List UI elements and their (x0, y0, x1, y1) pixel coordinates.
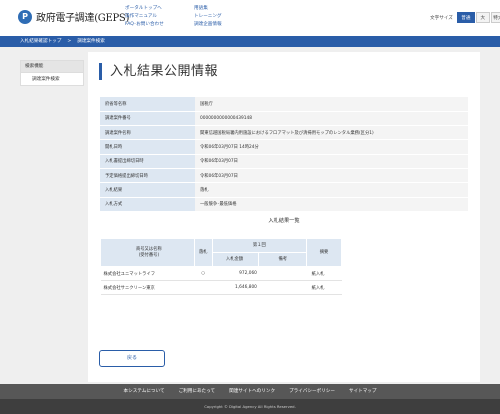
info-label: 入札方式 (100, 197, 195, 212)
col-header-remarks: 摘要 (306, 238, 342, 267)
bidder-name: 株式会社サニクリーン東京 (100, 280, 195, 295)
font-size-large-button[interactable]: 大 (475, 12, 490, 23)
info-label: 調達案件名称 (100, 125, 195, 141)
col-header-name-text: 商号又は名称 (受付番号) (135, 246, 162, 258)
training-link[interactable]: トレーニング (194, 14, 222, 19)
info-value: 落札 (195, 182, 468, 198)
bidder-name: 株式会社ユニマットライフ (100, 266, 195, 281)
font-size-normal-button[interactable]: 普通 (456, 12, 475, 23)
table-header-row: 商号又は名称 (受付番号) 落札 第１回 摘要 (100, 238, 342, 267)
table-row: 入札書提出締切日時 令和06年03月07日 (100, 154, 468, 169)
bid-note (258, 280, 307, 295)
font-size-xlarge-button[interactable]: 特大 (490, 12, 500, 23)
info-value: 令和06年03月07日 (195, 168, 468, 184)
info-value: 一般競争･最低価格 (195, 197, 468, 212)
info-label: 府省等名称 (100, 97, 195, 112)
footer-links: 本システムについて ご利用にあたって 関連サイトへのリンク プライバシーポリシー サイト… (0, 384, 500, 399)
col-header-amount: 入札金額 (211, 252, 260, 267)
footer-link-usage[interactable]: ご利用にあたって (179, 389, 216, 394)
geps-logo-icon: P (18, 9, 32, 24)
footer-link-privacy[interactable]: プライバシーポリシー (289, 389, 335, 394)
page-title: 入札結果公開情報 (99, 63, 218, 80)
breadcrumb-item-search[interactable]: 調達案件検索 (77, 39, 105, 44)
info-label: 入札書提出締切日時 (100, 154, 195, 169)
footer-link-related[interactable]: 関連サイトへのリンク (229, 389, 275, 394)
sidebar: 検索機能 調達案件検索 (20, 60, 84, 86)
info-value: 令和06年03月07日 (195, 154, 468, 169)
case-info-table: 府省等名称 国税庁 調達案件番号 0000000000000439148 調達案件名… (100, 97, 468, 212)
breadcrumb: 入札結果確認トップ > 調達案件検索 (0, 36, 500, 47)
sidebar-header: 検索機能 (21, 61, 83, 72)
table-row: 予定価格提出締切日時 令和06年03月07日 (100, 168, 468, 184)
col-header-award: 落札 (193, 238, 213, 267)
copyright: Copyright © Digital Agency All Rights Re… (0, 399, 500, 414)
table-row: 入札結果 落札 (100, 182, 468, 198)
font-size-label: 文字サイズ (430, 15, 453, 21)
table-row: 開札日時 令和06年03月07日 14時24分 (100, 139, 468, 155)
footer-link-sitemap[interactable]: サイトマップ (349, 389, 377, 394)
info-label: 入札結果 (100, 182, 195, 198)
table-row: 株式会社ユニマットライフ ○ 972,060 紙入札 (100, 266, 342, 281)
table-row: 株式会社サニクリーン東京 1,646,800 紙入札 (100, 280, 342, 295)
table-row: 府省等名称 国税庁 (100, 97, 468, 112)
back-button[interactable]: 戻る (99, 350, 165, 367)
info-label: 開札日時 (100, 139, 195, 155)
breadcrumb-separator-icon: > (67, 39, 72, 44)
bid-remarks: 紙入札 (306, 280, 342, 295)
col-header-note: 備考 (258, 252, 308, 267)
glossary-link[interactable]: 用語集 (194, 6, 208, 11)
bid-remarks: 紙入札 (306, 266, 342, 281)
portal-top-link[interactable]: ポータルトップへ (125, 6, 162, 11)
faq-link[interactable]: FAQ･お問い合わせ (125, 22, 164, 27)
award-mark: ○ (194, 266, 213, 281)
site-header: P 政府電子調達(GEPS) ポータルトップへ 操作マニュアル FAQ･お問い合… (0, 0, 500, 36)
sidebar-item-case-search[interactable]: 調達案件検索 (21, 72, 83, 85)
info-label: 調達案件番号 (100, 111, 195, 127)
header-links-secondary: 用語集 トレーニング 調達企画情報 (194, 5, 222, 29)
info-value: 0000000000000439148 (195, 111, 468, 127)
main-content: 入札結果公開情報 府省等名称 国税庁 調達案件番号 0000000000000439… (88, 52, 480, 382)
bid-note (258, 266, 307, 281)
info-value: 令和06年03月07日 14時24分 (195, 139, 468, 155)
info-value: 関東信越国税局署内用施設におけるフロアマット及び清掃用モップのレンタル業務(区分… (195, 125, 468, 141)
site-logo[interactable]: P 政府電子調達(GEPS) (18, 9, 129, 24)
manual-link[interactable]: 操作マニュアル (125, 14, 157, 19)
footer-link-about[interactable]: 本システムについて (124, 389, 165, 394)
info-value: 国税庁 (195, 97, 468, 112)
breadcrumb-item-top[interactable]: 入札結果確認トップ (20, 39, 61, 44)
bid-results-table: 商号又は名称 (受付番号) 落札 第１回 摘要 入札金額 備考 株式会社ユニマッ… (100, 238, 342, 295)
award-mark (194, 280, 213, 295)
font-size-switcher: 文字サイズ 普通 大 特大 (430, 12, 500, 23)
procurement-plan-link[interactable]: 調達企画情報 (194, 22, 222, 27)
header-links-primary: ポータルトップへ 操作マニュアル FAQ･お問い合わせ (125, 5, 164, 29)
bid-amount: 972,060 (212, 266, 259, 281)
info-label: 予定価格提出締切日時 (100, 168, 195, 184)
table-row: 調達案件番号 0000000000000439148 (100, 111, 468, 127)
bid-amount: 1,646,800 (212, 280, 259, 295)
col-header-name: 商号又は名称 (受付番号) (100, 238, 195, 267)
table-row: 入札方式 一般競争･最低価格 (100, 197, 468, 212)
table-row: 調達案件名称 関東信越国税局署内用施設におけるフロアマット及び清掃用モップのレンタ… (100, 125, 468, 141)
site-title: 政府電子調達(GEPS) (36, 13, 130, 24)
col-header-round: 第１回 (211, 238, 308, 253)
results-section-title: 入札結果一覧 (268, 218, 300, 224)
